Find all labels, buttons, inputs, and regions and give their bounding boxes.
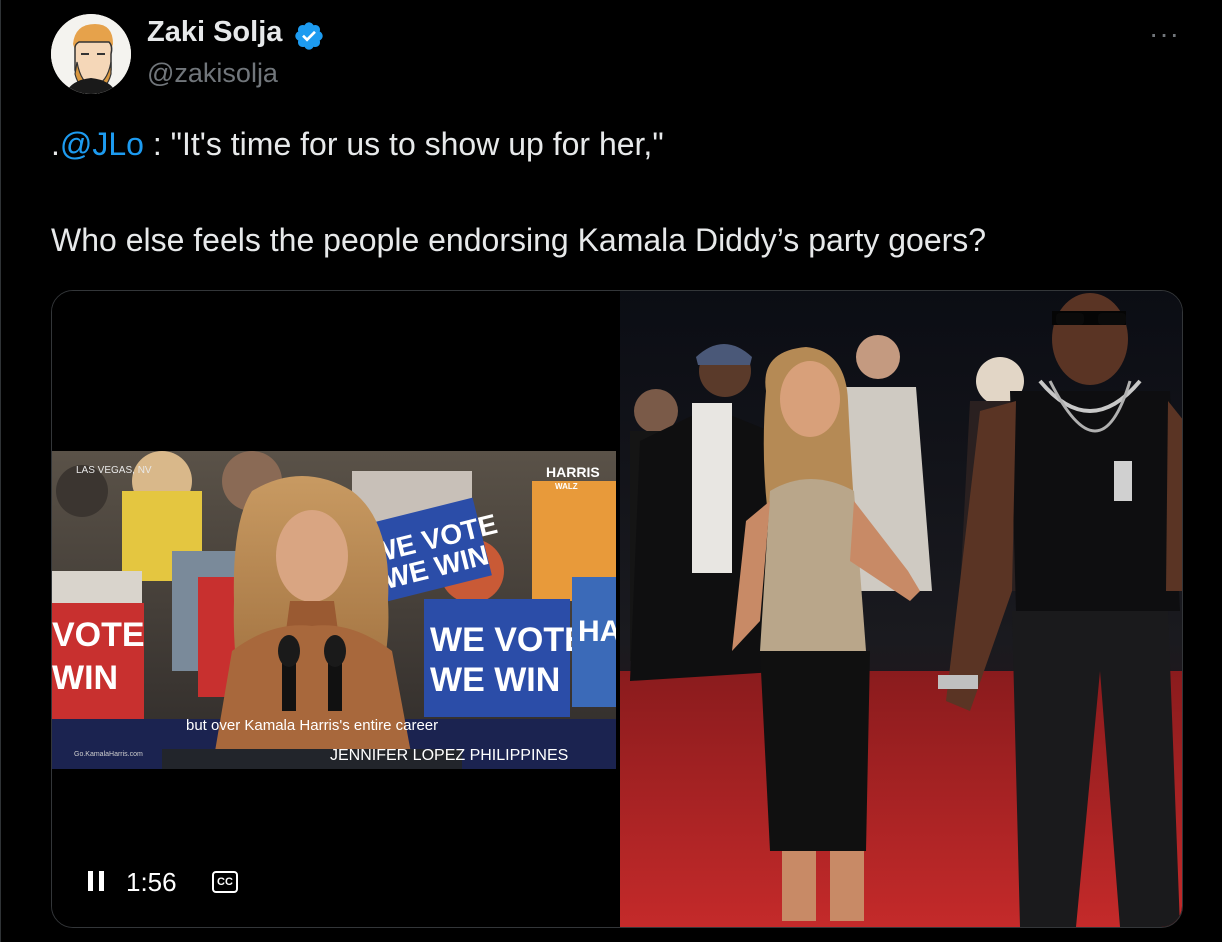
sign-right-line2: WE WIN — [430, 661, 560, 699]
video-logo: HARRIS — [546, 464, 600, 480]
display-name[interactable]: Zaki Solja — [147, 16, 282, 49]
video-caption: but over Kamala Harris's entire career — [186, 717, 438, 734]
captions-icon[interactable]: CC — [212, 871, 238, 893]
video-controls: 1:56 CC — [52, 851, 616, 911]
pause-icon[interactable] — [88, 871, 106, 891]
video-logo-sub: WALZ — [555, 482, 578, 491]
video-player[interactable]: WE VOTE WE WIN VOTE WIN WE VOTE WE WIN H… — [52, 291, 616, 927]
tweet-text-prefix: . — [51, 126, 60, 162]
sign-left: VOTE — [52, 616, 145, 654]
video-location: LAS VEGAS, NV — [76, 465, 152, 476]
sign-right: WE VOTE — [430, 621, 587, 659]
video-watermark: JENNIFER LOPEZ PHILIPPINES — [330, 747, 568, 764]
more-options-icon[interactable]: ··· — [1149, 18, 1180, 50]
video-scene: WE VOTE WE WIN VOTE WIN WE VOTE WE WIN H… — [52, 451, 616, 769]
photo-scene — [620, 291, 1182, 927]
verified-badge-icon — [295, 22, 323, 50]
tweet: Zaki Solja @zakisolja ··· .@JLo : "It's … — [0, 0, 1222, 942]
tweet-text-line2: Who else feels the people endorsing Kama… — [51, 222, 987, 258]
video-frame[interactable]: WE VOTE WE WIN VOTE WIN WE VOTE WE WIN H… — [52, 451, 616, 769]
user-handle[interactable]: @zakisolja — [147, 58, 278, 89]
sign-left-line2: WIN — [52, 659, 118, 697]
tweet-text-quote: : "It's time for us to show up for her," — [143, 126, 664, 162]
tweet-text-line1: .@JLo : "It's time for us to show up for… — [51, 126, 664, 163]
media-grid: WE VOTE WE WIN VOTE WIN WE VOTE WE WIN H… — [51, 290, 1183, 928]
sign-partial: HA — [578, 615, 616, 648]
video-timestamp: 1:56 — [126, 867, 177, 897]
avatar[interactable] — [51, 14, 131, 94]
avatar-illustration — [51, 14, 131, 94]
mention-link[interactable]: @JLo — [60, 126, 144, 162]
photo[interactable] — [620, 291, 1182, 927]
video-site: Go.KamalaHarris.com — [74, 751, 143, 758]
